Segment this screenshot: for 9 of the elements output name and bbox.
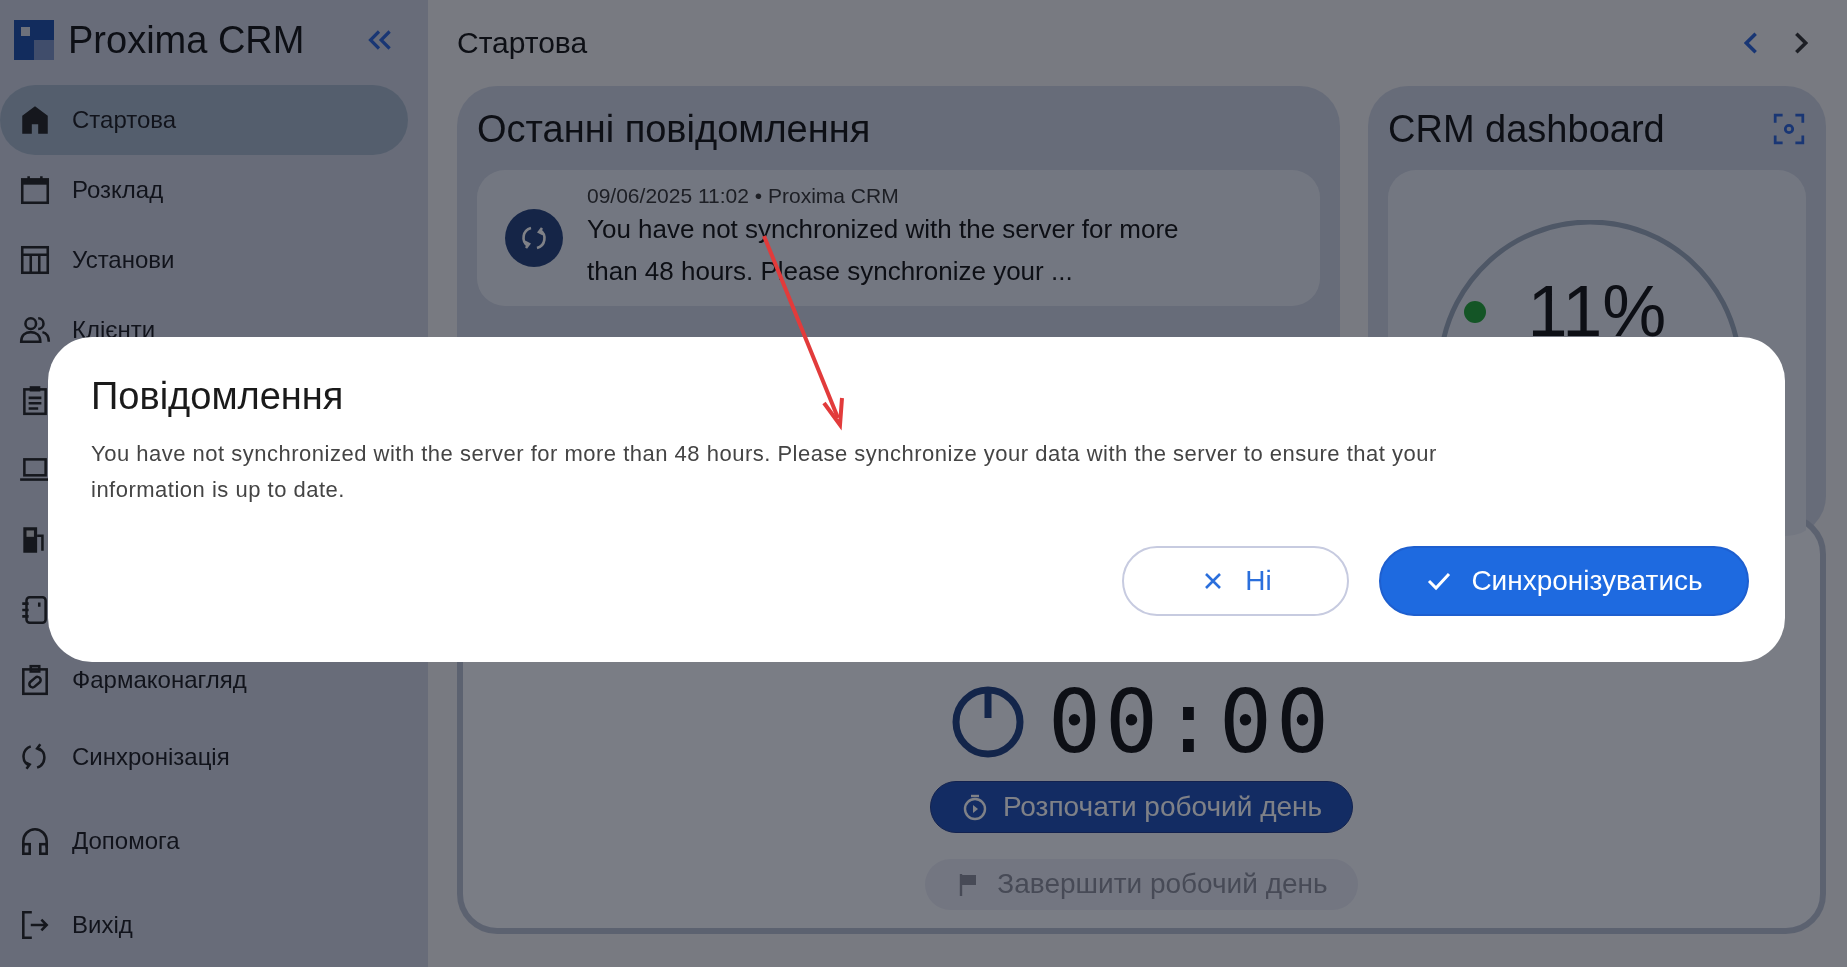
gauge-value: 11%: [1527, 270, 1667, 352]
card-title: Останні повідомлення: [477, 107, 871, 151]
timer-display: 00:00: [1048, 670, 1333, 773]
card-title: CRM dashboard: [1388, 107, 1665, 151]
page-title: Стартова: [457, 26, 589, 60]
dialog-message: You have not synchronized with the server for more than 48 hours. Please synchronize your data with the server to ensure that your information is up to date.: [91, 440, 1438, 504]
app-name: Proxima CRM: [68, 18, 305, 62]
message-meta: 09/06/2025 11:02 • Proxima CRM: [587, 184, 900, 208]
dialog-title: Повідомлення: [91, 375, 345, 418]
